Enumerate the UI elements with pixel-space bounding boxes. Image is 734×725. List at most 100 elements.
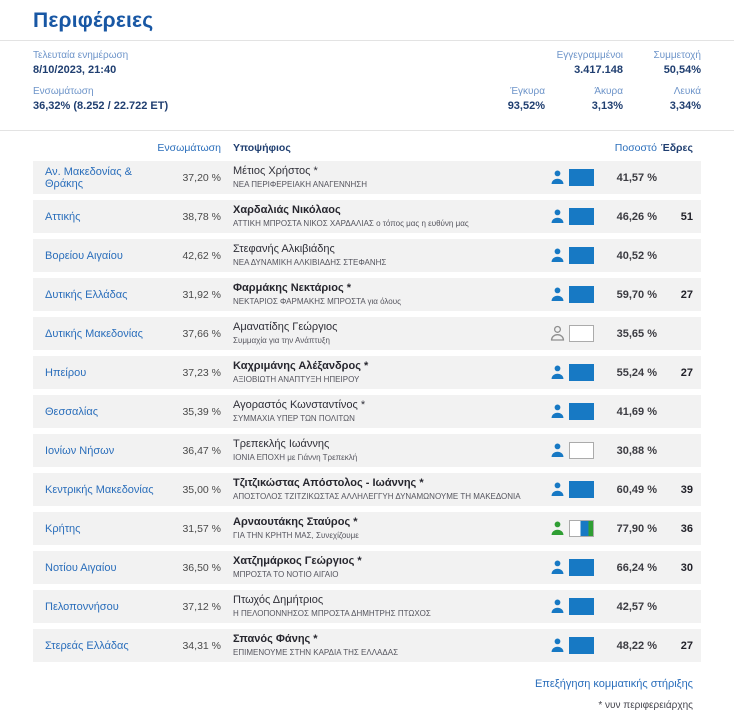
column-header-percent: Ποσοστό <box>614 142 657 154</box>
seats-value: 36 <box>680 522 693 535</box>
party-support-icon[interactable] <box>549 325 597 342</box>
incumbent-note: * νυν περιφερειάρχης <box>598 700 693 711</box>
candidate-cell: Αρναουτάκης Σταύρος * ΓΙΑ ΤΗΝ ΚΡΗΤΗ ΜΑΣ,… <box>233 516 549 541</box>
candidate-name: Καχριμάνης Αλέξανδρος * <box>233 360 369 372</box>
person-icon <box>551 638 564 652</box>
stat-invalid: Άκυρα 3,13% <box>571 85 623 114</box>
table-row: Δυτικής Ελλάδας 31,92 % Φαρμάκης Νεκτάρι… <box>33 278 701 311</box>
registered-value: 3.417.148 <box>574 64 623 76</box>
party-support-icon[interactable] <box>549 247 597 264</box>
party-color-box <box>569 169 594 186</box>
region-cell: Αν. Μακεδονίας & Θράκης <box>45 166 171 190</box>
region-link[interactable]: Κρήτης <box>45 523 80 535</box>
percent-value: 60,49 % <box>616 483 657 496</box>
table-row: Ηπείρου 37,23 % Καχριμάνης Αλέξανδρος * … <box>33 356 701 389</box>
registered-label: Εγγεγραμμένοι <box>556 50 623 61</box>
region-cell: Ιονίων Νήσων <box>45 445 171 457</box>
party-support-icon[interactable] <box>549 169 597 186</box>
region-cell: Πελοποννήσου <box>45 601 171 613</box>
percent-value: 46,26 % <box>616 210 657 223</box>
person-icon <box>551 170 564 184</box>
region-link[interactable]: Αττικής <box>45 211 80 223</box>
region-link[interactable]: Κεντρικής Μακεδονίας <box>45 484 154 496</box>
stat-integration: Ενσωμάτωση 36,32% (8.252 / 22.722 ΕΤ) <box>33 85 168 114</box>
summary-stats: Τελευταία ενημέρωση 8/10/2023, 21:40 Ενσ… <box>0 41 734 130</box>
party-support-icon[interactable] <box>549 442 597 459</box>
table-row: Πελοποννήσου 37,12 % Πτωχός Δημήτριος Η … <box>33 590 701 623</box>
region-cell: Δυτικής Ελλάδας <box>45 289 171 301</box>
party-color-box <box>569 403 594 420</box>
region-link[interactable]: Βορείου Αιγαίου <box>45 250 123 262</box>
region-link[interactable]: Αν. Μακεδονίας & Θράκης <box>45 166 132 190</box>
party-support-icon[interactable] <box>549 637 597 654</box>
party-label: ΓΙΑ ΤΗΝ ΚΡΗΤΗ ΜΑΣ, Συνεχίζουμε <box>233 531 359 540</box>
integration-value: 37,20 % <box>182 171 221 184</box>
region-link[interactable]: Στερεάς Ελλάδας <box>45 640 129 652</box>
page-header: Περιφέρειες <box>0 0 734 40</box>
party-label: ΙΟΝΙΑ ΕΠΟΧΗ με Γιάννη Τρεπεκλή <box>233 453 358 462</box>
candidate-cell: Σπανός Φάνης * ΕΠΙΜΕΝΟΥΜΕ ΣΤΗΝ ΚΑΡΔΙΑ ΤΗ… <box>233 633 549 658</box>
summary-left: Τελευταία ενημέρωση 8/10/2023, 21:40 Ενσ… <box>33 49 168 121</box>
integration-value: 37,23 % <box>182 366 221 379</box>
region-link[interactable]: Πελοποννήσου <box>45 601 119 613</box>
region-cell: Στερεάς Ελλάδας <box>45 640 171 652</box>
seats-value: 27 <box>680 288 693 301</box>
integration-value: 38,78 % <box>182 210 221 223</box>
party-support-legend-link[interactable]: Επεξήγηση κομματικής στήριξης <box>535 678 693 690</box>
party-support-icon[interactable] <box>549 520 597 537</box>
party-support-icon[interactable] <box>549 286 597 303</box>
stat-turnout: Συμμετοχή 50,54% <box>649 49 701 78</box>
stat-row-top: Εγγεγραμμένοι 3.417.148 Συμμετοχή 50,54% <box>557 49 701 78</box>
region-link[interactable]: Ιονίων Νήσων <box>45 445 114 457</box>
candidate-name: Αρναουτάκης Σταύρος * <box>233 516 358 528</box>
invalid-value: 3,13% <box>591 100 623 112</box>
invalid-label: Άκυρα <box>594 86 623 97</box>
region-cell: Νοτίου Αιγαίου <box>45 562 171 574</box>
party-support-icon[interactable] <box>549 559 597 576</box>
table-row: Αττικής 38,78 % Χαρδαλιάς Νικόλαος ΑΤΤΙΚ… <box>33 200 701 233</box>
party-support-icon[interactable] <box>549 403 597 420</box>
percent-value: 77,90 % <box>616 522 657 535</box>
party-label: ΑΞΙΟΒΙΩΤΗ ΑΝΑΠΤΥΞΗ ΗΠΕΙΡΟΥ <box>233 375 360 384</box>
region-cell: Κρήτης <box>45 523 171 535</box>
party-label: ΕΠΙΜΕΝΟΥΜΕ ΣΤΗΝ ΚΑΡΔΙΑ ΤΗΣ ΕΛΛΑΔΑΣ <box>233 648 399 657</box>
party-color-box <box>569 364 594 381</box>
turnout-label: Συμμετοχή <box>653 50 701 61</box>
integration-value: 36,32% (8.252 / 22.722 ΕΤ) <box>33 100 169 112</box>
party-support-icon[interactable] <box>549 598 597 615</box>
blank-label: Λευκά <box>673 86 701 97</box>
stat-blank: Λευκά 3,34% <box>649 85 701 114</box>
table-row: Κρήτης 31,57 % Αρναουτάκης Σταύρος * ΓΙΑ… <box>33 512 701 545</box>
candidate-name: Πτωχός Δημήτριος <box>233 594 324 606</box>
candidate-cell: Πτωχός Δημήτριος Η ΠΕΛΟΠΟΝΝΗΣΟΣ ΜΠΡΟΣΤΑ … <box>233 594 549 619</box>
integration-value: 42,62 % <box>182 249 221 262</box>
region-link[interactable]: Θεσσαλίας <box>45 406 98 418</box>
column-header-integration: Ενσωμάτωση <box>157 142 221 154</box>
percent-value: 55,24 % <box>616 366 657 379</box>
last-update-label: Τελευταία ενημέρωση <box>33 50 129 61</box>
region-cell: Βορείου Αιγαίου <box>45 250 171 262</box>
region-link[interactable]: Νοτίου Αιγαίου <box>45 562 117 574</box>
integration-label: Ενσωμάτωση <box>33 86 94 97</box>
region-link[interactable]: Δυτικής Μακεδονίας <box>45 328 143 340</box>
party-color-box <box>569 286 594 303</box>
page-footer: Επεξήγηση κομματικής στήριξης * νυν περι… <box>0 668 734 725</box>
seats-value: 27 <box>680 639 693 652</box>
party-color-box <box>569 598 594 615</box>
table-row: Βορείου Αιγαίου 42,62 % Στεφανής Αλκιβιά… <box>33 239 701 272</box>
party-label: ΜΠΡΟΣΤΑ ΤΟ ΝΟΤΙΟ ΑΙΓΑΙΟ <box>233 570 339 579</box>
candidate-name: Αγοραστός Κωνσταντίνος * <box>233 399 366 411</box>
region-link[interactable]: Δυτικής Ελλάδας <box>45 289 127 301</box>
candidate-cell: Φαρμάκης Νεκτάριος * ΝΕΚΤΑΡΙΟΣ ΦΑΡΜΑΚΗΣ … <box>233 282 549 307</box>
region-link[interactable]: Ηπείρου <box>45 367 86 379</box>
party-support-icon[interactable] <box>549 208 597 225</box>
table-row: Αν. Μακεδονίας & Θράκης 37,20 % Μέτιος Χ… <box>33 161 701 194</box>
table-body: Αν. Μακεδονίας & Θράκης 37,20 % Μέτιος Χ… <box>33 161 701 662</box>
region-cell: Κεντρικής Μακεδονίας <box>45 484 171 496</box>
party-support-icon[interactable] <box>549 481 597 498</box>
party-support-icon[interactable] <box>549 364 597 381</box>
party-label: ΑΠΟΣΤΟΛΟΣ ΤΖΙΤΖΙΚΩΣΤΑΣ ΑΛΛΗΛΕΓΓΥΗ ΔΥΝΑΜΩ… <box>233 492 521 501</box>
column-header-seats: Έδρες <box>660 142 693 154</box>
candidate-name: Χαρδαλιάς Νικόλαος <box>233 204 341 216</box>
seats-value: 51 <box>680 210 693 223</box>
